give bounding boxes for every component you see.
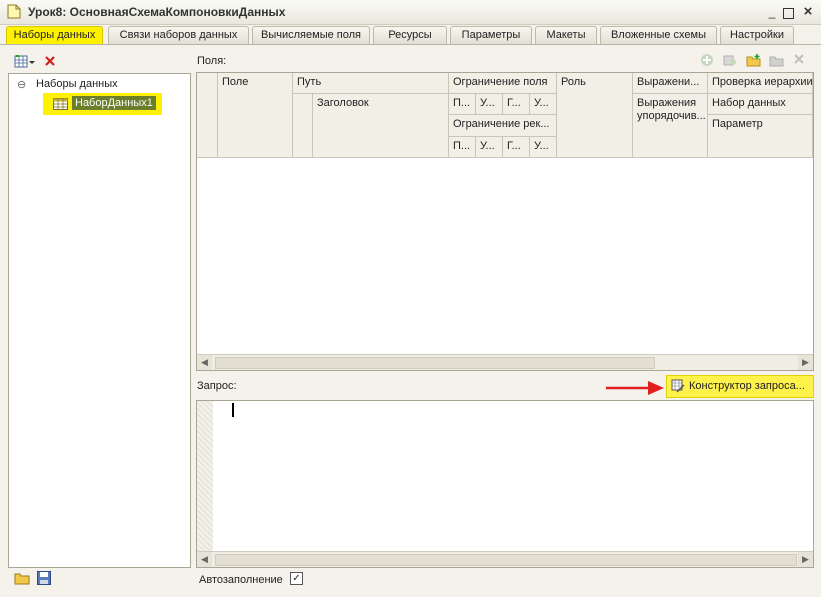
- subheader-p-2[interactable]: П...: [449, 137, 476, 158]
- fields-toolbar: [700, 53, 812, 69]
- close-button[interactable]: ×: [801, 4, 815, 19]
- tab-strip: Наборы данных Связи наборов данных Вычис…: [4, 25, 819, 45]
- scroll-left-icon[interactable]: ◀: [197, 355, 212, 370]
- save-icon[interactable]: [37, 571, 51, 585]
- path-indent-header: [293, 94, 313, 158]
- tab-resources[interactable]: Ресурсы: [373, 26, 447, 44]
- subheader-u-1[interactable]: У...: [476, 94, 503, 115]
- table-icon: [53, 98, 68, 110]
- subheader-u2-1[interactable]: У...: [530, 94, 557, 115]
- delete-icon[interactable]: [44, 55, 56, 67]
- autofill-checkbox[interactable]: ✓: [290, 572, 303, 585]
- tab-nested-schemas[interactable]: Вложенные схемы: [600, 26, 717, 44]
- query-horizontal-scrollbar[interactable]: ◀ ▶: [197, 551, 813, 567]
- tab-layouts[interactable]: Макеты: [535, 26, 597, 44]
- column-header-expression[interactable]: Выражени...: [633, 73, 708, 94]
- column-header-hierarchy-check[interactable]: Проверка иерархии: [708, 73, 813, 94]
- query-scroll-right-icon[interactable]: ▶: [798, 552, 813, 567]
- editor-gutter: [197, 401, 213, 551]
- data-sets-tree[interactable]: ⊖ Наборы данных НаборДанных1: [8, 73, 191, 568]
- query-constructor-label: Конструктор запроса...: [689, 380, 805, 392]
- add-field-icon[interactable]: [700, 53, 714, 67]
- window-title: Урок8: ОсновнаяСхемаКомпоновкиДанных: [28, 5, 286, 19]
- fields-table[interactable]: Поле Путь Заголовок Ограничение поля П..…: [196, 72, 814, 371]
- subheader-u-2[interactable]: У...: [476, 137, 503, 158]
- subheader-p-1[interactable]: П...: [449, 94, 476, 115]
- column-header-field[interactable]: Поле: [218, 73, 293, 158]
- subheader-u2-2[interactable]: У...: [530, 137, 557, 158]
- collapse-icon[interactable]: ⊖: [17, 78, 26, 91]
- column-header-dataset[interactable]: Набор данных: [708, 94, 813, 115]
- column-header-field-restriction[interactable]: Ограничение поля: [449, 73, 557, 94]
- query-constructor-button[interactable]: Конструктор запроса...: [666, 375, 814, 398]
- scroll-right-icon[interactable]: ▶: [798, 355, 813, 370]
- subheader-g-1[interactable]: Г...: [503, 94, 530, 115]
- column-header-parameter[interactable]: Параметр: [708, 115, 813, 158]
- query-label: Запрос:: [197, 380, 237, 392]
- autofill-label: Автозаполнение: [199, 574, 283, 586]
- column-header-order-expressions[interactable]: Выражения упорядочив...: [633, 94, 708, 158]
- tree-item-dataset[interactable]: НаборДанных1: [72, 96, 156, 110]
- add-data-set-icon[interactable]: [14, 55, 36, 69]
- subheader-g-2[interactable]: Г...: [503, 137, 530, 158]
- tab-settings[interactable]: Настройки: [720, 26, 794, 44]
- minimize-button[interactable]: _: [765, 5, 779, 19]
- column-header-title[interactable]: Заголовок: [313, 94, 449, 158]
- new-folder-icon[interactable]: [746, 53, 761, 67]
- scroll-thumb[interactable]: [215, 357, 655, 369]
- query-scroll-left-icon[interactable]: ◀: [197, 552, 212, 567]
- column-header-path[interactable]: Путь: [293, 73, 449, 94]
- fields-horizontal-scrollbar[interactable]: ◀ ▶: [197, 354, 813, 370]
- tab-data-sets[interactable]: Наборы данных: [6, 26, 103, 44]
- query-scroll-thumb[interactable]: [215, 554, 797, 566]
- column-header-role[interactable]: Роль: [557, 73, 633, 158]
- tree-root-label[interactable]: Наборы данных: [36, 78, 118, 90]
- tab-divider: [0, 44, 821, 45]
- remove-field-icon[interactable]: [793, 53, 805, 65]
- folder-icon[interactable]: [769, 53, 784, 67]
- maximize-button[interactable]: [783, 8, 794, 19]
- query-editor[interactable]: ◀ ▶: [196, 400, 814, 568]
- open-folder-icon[interactable]: [14, 571, 30, 585]
- document-icon: [7, 4, 21, 19]
- query-wizard-icon: [671, 379, 685, 393]
- text-cursor: [232, 403, 234, 417]
- row-marker-header: [197, 73, 218, 158]
- title-bar: Урок8: ОсновнаяСхемаКомпоновкиДанных _ ×: [0, 0, 821, 25]
- annotation-arrow: [606, 381, 664, 395]
- column-header-attr-restriction[interactable]: Ограничение рек...: [449, 115, 557, 137]
- tab-parameters[interactable]: Параметры: [450, 26, 532, 44]
- tab-calculated-fields[interactable]: Вычисляемые поля: [252, 26, 370, 44]
- add-folder-field-icon[interactable]: [723, 53, 737, 67]
- fields-label: Поля:: [197, 55, 227, 67]
- tab-data-set-links[interactable]: Связи наборов данных: [108, 26, 249, 44]
